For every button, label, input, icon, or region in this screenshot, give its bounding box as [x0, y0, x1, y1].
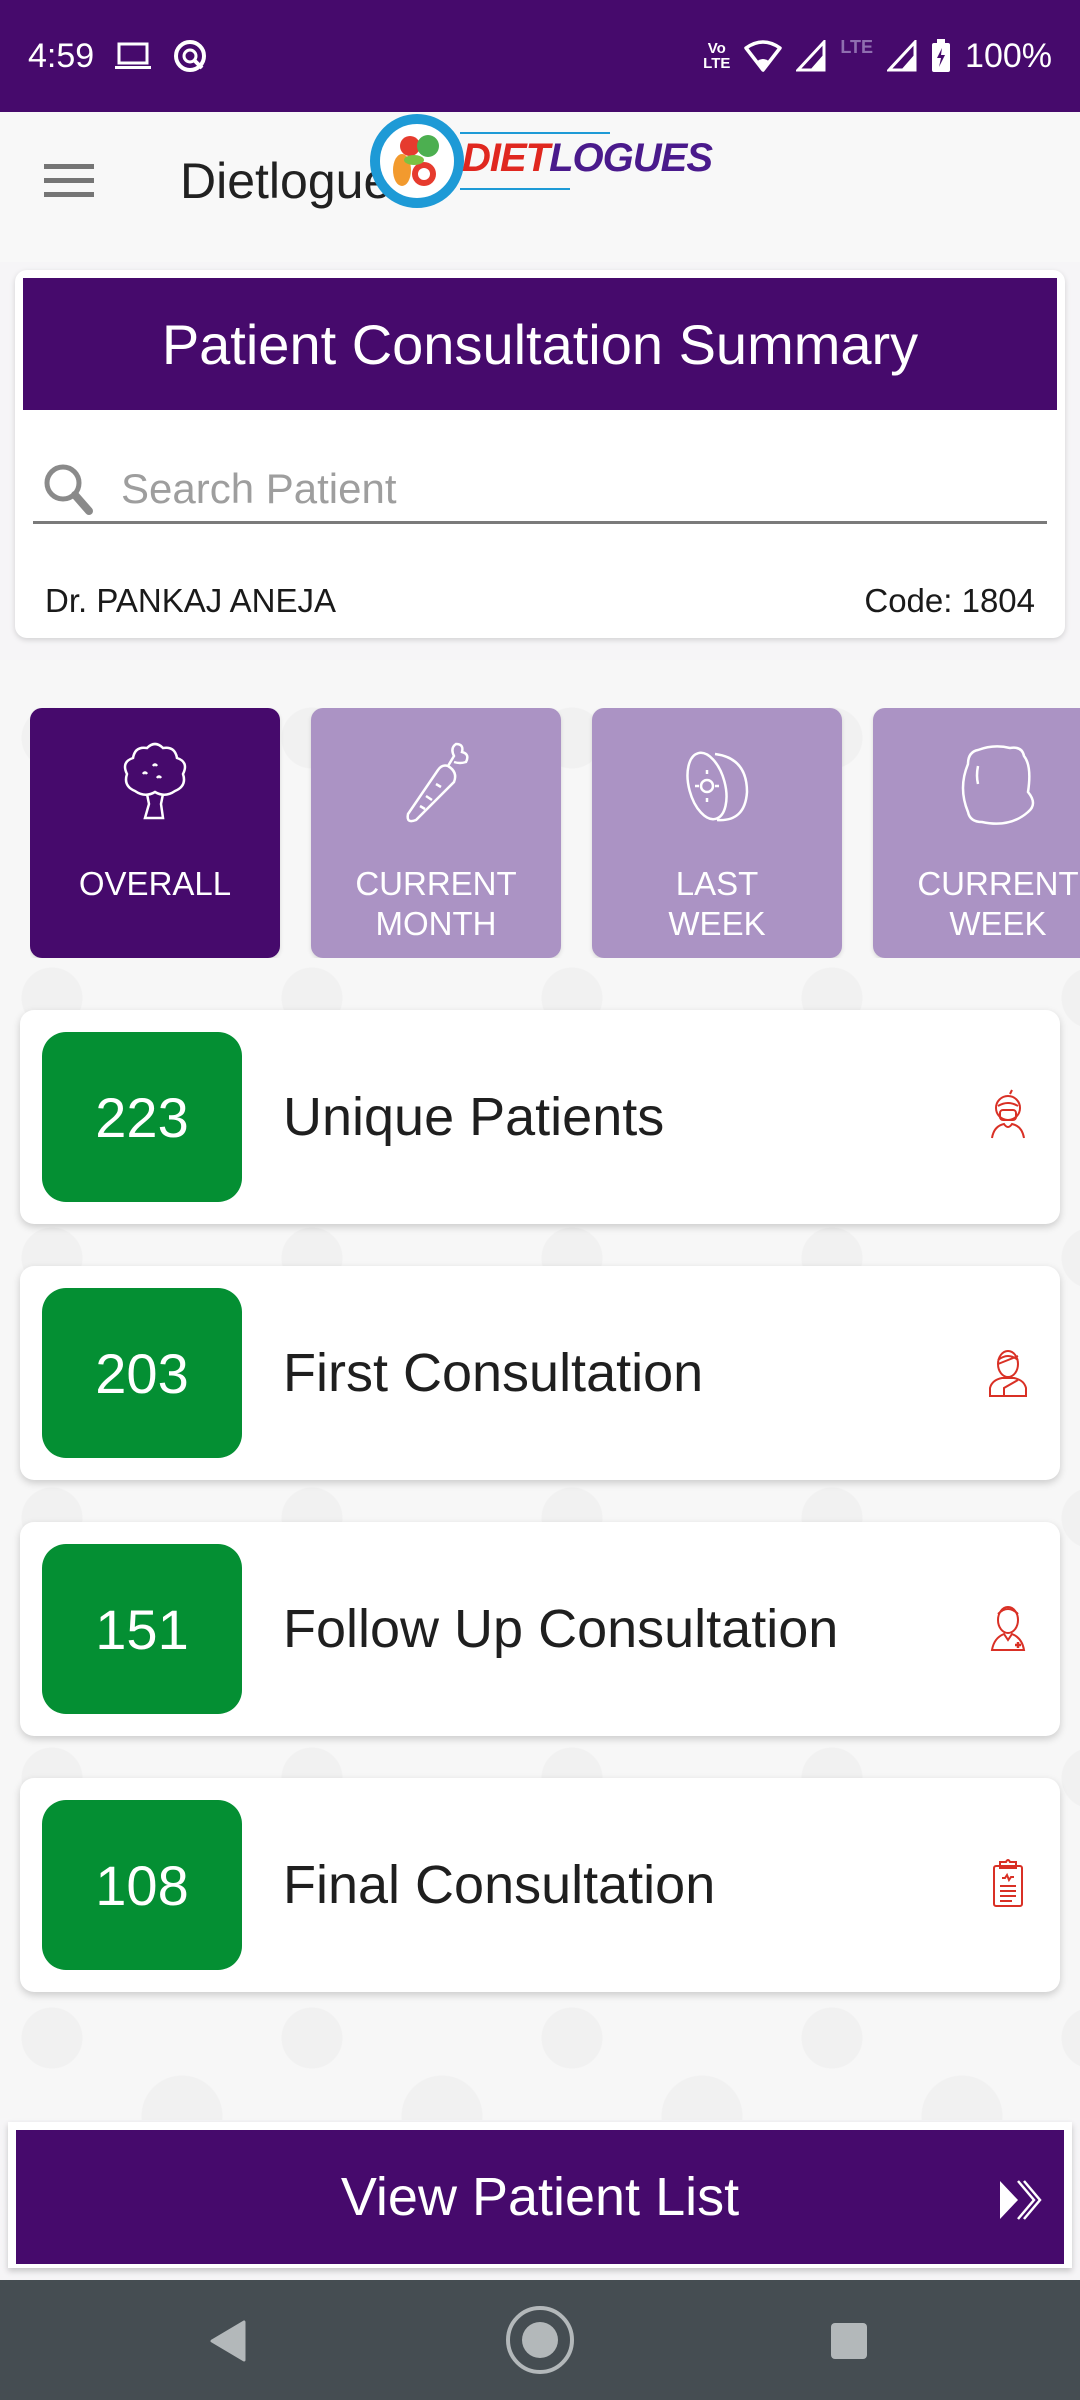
lemon-icon	[948, 736, 1048, 836]
kiwi-icon	[667, 736, 767, 836]
app-bar: Dietlogue DIETLOGUES	[0, 112, 1080, 262]
view-patient-list-container: View Patient List	[8, 2122, 1072, 2268]
app-title: Dietlogue	[180, 153, 392, 209]
tab-current-month[interactable]: CURRENT MONTH	[311, 708, 561, 958]
stat-label: First Consultation	[283, 1343, 704, 1403]
logo-wordmark: DIETLOGUES	[462, 136, 713, 180]
tab-current-month-label: CURRENT MONTH	[355, 865, 517, 942]
injured-patient-icon	[978, 1342, 1038, 1402]
stat-label: Follow Up Consultation	[283, 1599, 839, 1659]
stat-count: 223	[42, 1032, 242, 1202]
signal-icon-2	[887, 40, 917, 72]
nurse-icon	[978, 1598, 1038, 1658]
stat-count: 151	[42, 1544, 242, 1714]
double-chevron-right-icon	[996, 2174, 1042, 2220]
laptop-icon	[114, 41, 152, 71]
clipboard-icon	[978, 1854, 1038, 1914]
tab-current-week-label: CURRENT WEEK	[917, 865, 1079, 942]
view-patient-list-button[interactable]: View Patient List	[16, 2130, 1064, 2264]
volte-icon: Vo LTE	[703, 40, 731, 72]
battery-percent: 100%	[965, 36, 1052, 75]
doctor-info: Dr. PANKAJ ANEJA Code: 1804	[45, 582, 1035, 620]
stat-card-unique-patients[interactable]: 223 Unique Patients	[20, 1010, 1060, 1224]
view-patient-list-label: View Patient List	[340, 2167, 740, 2227]
doctor-code: Code: 1804	[864, 582, 1035, 619]
masked-patient-icon	[978, 1086, 1038, 1146]
stat-card-final-consultation[interactable]: 108 Final Consultation	[20, 1778, 1060, 1992]
wifi-icon	[744, 40, 783, 72]
stat-label: Final Consultation	[283, 1855, 716, 1915]
tab-overall[interactable]: OVERALL	[30, 708, 280, 958]
tab-current-week[interactable]: CURRENT WEEK	[873, 708, 1080, 958]
stat-count: 203	[42, 1288, 242, 1458]
status-time: 4:59	[28, 36, 95, 75]
battery-charging-icon	[931, 39, 951, 73]
stat-card-first-consultation[interactable]: 203 First Consultation	[20, 1266, 1060, 1480]
stat-count: 108	[42, 1800, 242, 1970]
search-field[interactable]	[33, 456, 1047, 524]
summary-card: Patient Consultation Summary Dr. PANKAJ …	[15, 270, 1065, 638]
search-icon	[39, 459, 99, 519]
recents-icon[interactable]	[830, 2322, 868, 2365]
tab-last-week-label: LAST WEEK	[668, 865, 766, 942]
lte-label: LTE	[840, 36, 874, 57]
signal-icon	[796, 40, 826, 72]
stat-card-follow-up-consultation[interactable]: 151 Follow Up Consultation	[20, 1522, 1060, 1736]
dietlogues-logo: DIETLOGUES	[370, 112, 713, 212]
hamburger-menu-icon[interactable]	[44, 164, 94, 204]
status-bar: 4:59 Vo LTE LTE 100%	[0, 0, 1080, 112]
doctor-name: Dr. PANKAJ ANEJA	[45, 582, 336, 619]
period-filter-tabs: OVERALL CURRENT MONTH LAST WEEK CURRENT …	[30, 708, 1080, 958]
logo-plate-icon	[370, 114, 464, 208]
summary-title: Patient Consultation Summary	[23, 278, 1057, 410]
tab-overall-label: OVERALL	[78, 865, 232, 902]
home-icon[interactable]	[504, 2304, 576, 2381]
search-patient-input[interactable]	[121, 458, 1047, 519]
tab-last-week[interactable]: LAST WEEK	[592, 708, 842, 958]
back-icon[interactable]	[208, 2320, 248, 2367]
carrot-icon	[386, 736, 486, 836]
data-saver-icon	[172, 38, 208, 74]
broccoli-icon	[105, 736, 205, 836]
stat-label: Unique Patients	[283, 1087, 665, 1147]
system-nav-bar	[0, 2280, 1080, 2400]
